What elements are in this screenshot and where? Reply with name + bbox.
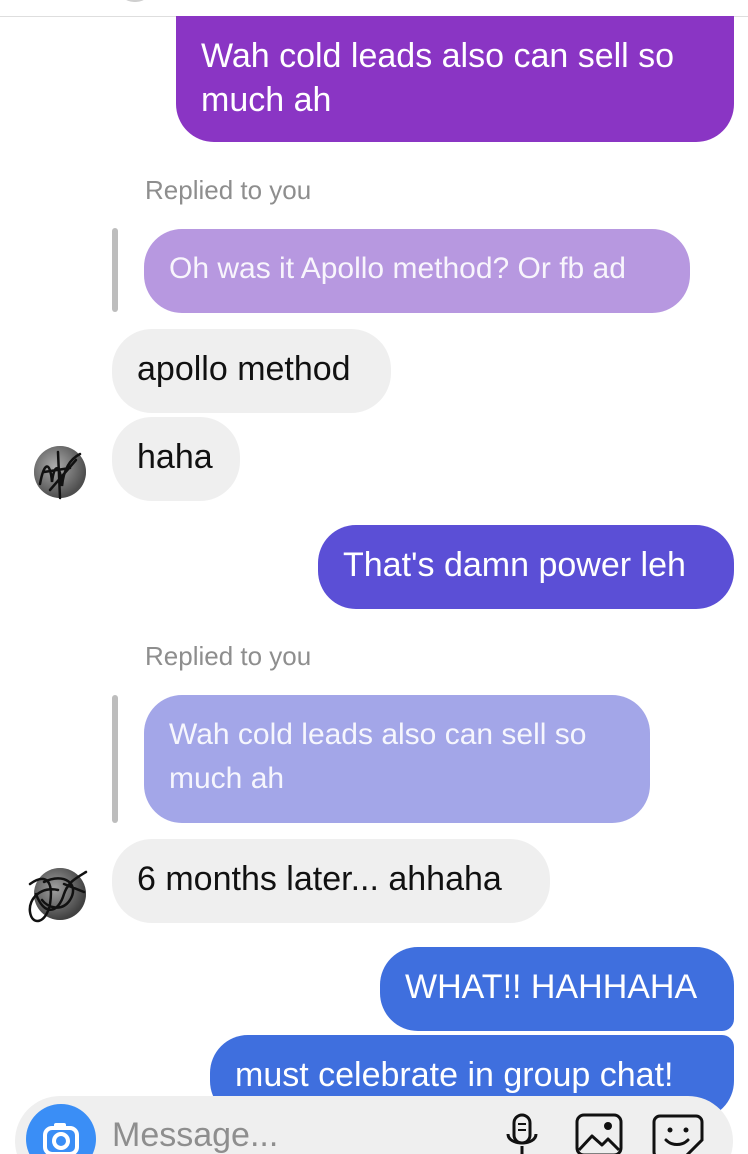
message-text: apollo method xyxy=(137,350,351,388)
message-text: WHAT!! HAHHAHA xyxy=(405,968,698,1006)
outgoing-message-bubble[interactable]: WHAT!! HAHHAHA xyxy=(380,947,734,1031)
replied-label: Replied to you xyxy=(145,175,312,205)
header-avatar xyxy=(118,0,152,2)
gallery-icon xyxy=(575,1113,623,1154)
sticker-button[interactable] xyxy=(652,1112,704,1154)
camera-icon xyxy=(43,1123,79,1154)
message-text: That's damn power leh xyxy=(343,546,686,584)
reply-indicator-bar xyxy=(112,695,118,823)
sender-avatar[interactable] xyxy=(34,446,86,500)
message-text: must celebrate in group chat! xyxy=(235,1056,674,1094)
incoming-message-bubble[interactable]: 6 months later... ahhaha xyxy=(112,839,550,923)
message-input[interactable]: Message... xyxy=(112,1116,278,1154)
quoted-message-text-line: Wah cold leads also can sell so xyxy=(169,718,587,751)
quoted-message[interactable]: Wah cold leads also can sell so much ah xyxy=(144,695,650,823)
message-text: haha xyxy=(137,438,213,476)
quoted-message-text: Oh was it Apollo method? Or fb ad xyxy=(169,252,626,285)
reply-indicator-bar xyxy=(112,228,118,312)
outgoing-message-bubble[interactable]: That's damn power leh xyxy=(318,525,734,609)
incoming-message-bubble[interactable]: apollo method xyxy=(112,329,391,413)
message-text: 6 months later... ahhaha xyxy=(137,860,502,898)
camera-button[interactable] xyxy=(26,1104,96,1154)
message-text-line: much ah xyxy=(201,81,332,119)
gallery-button[interactable] xyxy=(574,1112,624,1154)
microphone-button[interactable] xyxy=(502,1112,542,1154)
quoted-message-text-line: much ah xyxy=(169,762,285,795)
outgoing-message-bubble[interactable]: Wah cold leads also can sell so much ah xyxy=(176,16,734,142)
sticker-icon xyxy=(652,1114,704,1154)
incoming-message-bubble[interactable]: haha xyxy=(112,417,240,501)
quoted-message[interactable]: Oh was it Apollo method? Or fb ad xyxy=(144,229,690,313)
sender-avatar[interactable] xyxy=(28,868,88,923)
microphone-icon xyxy=(506,1113,538,1154)
message-text-line: Wah cold leads also can sell so xyxy=(201,37,675,75)
chat-screen: Wah cold leads also can sell so much ah … xyxy=(0,0,748,1154)
replied-label: Replied to you xyxy=(145,641,312,671)
